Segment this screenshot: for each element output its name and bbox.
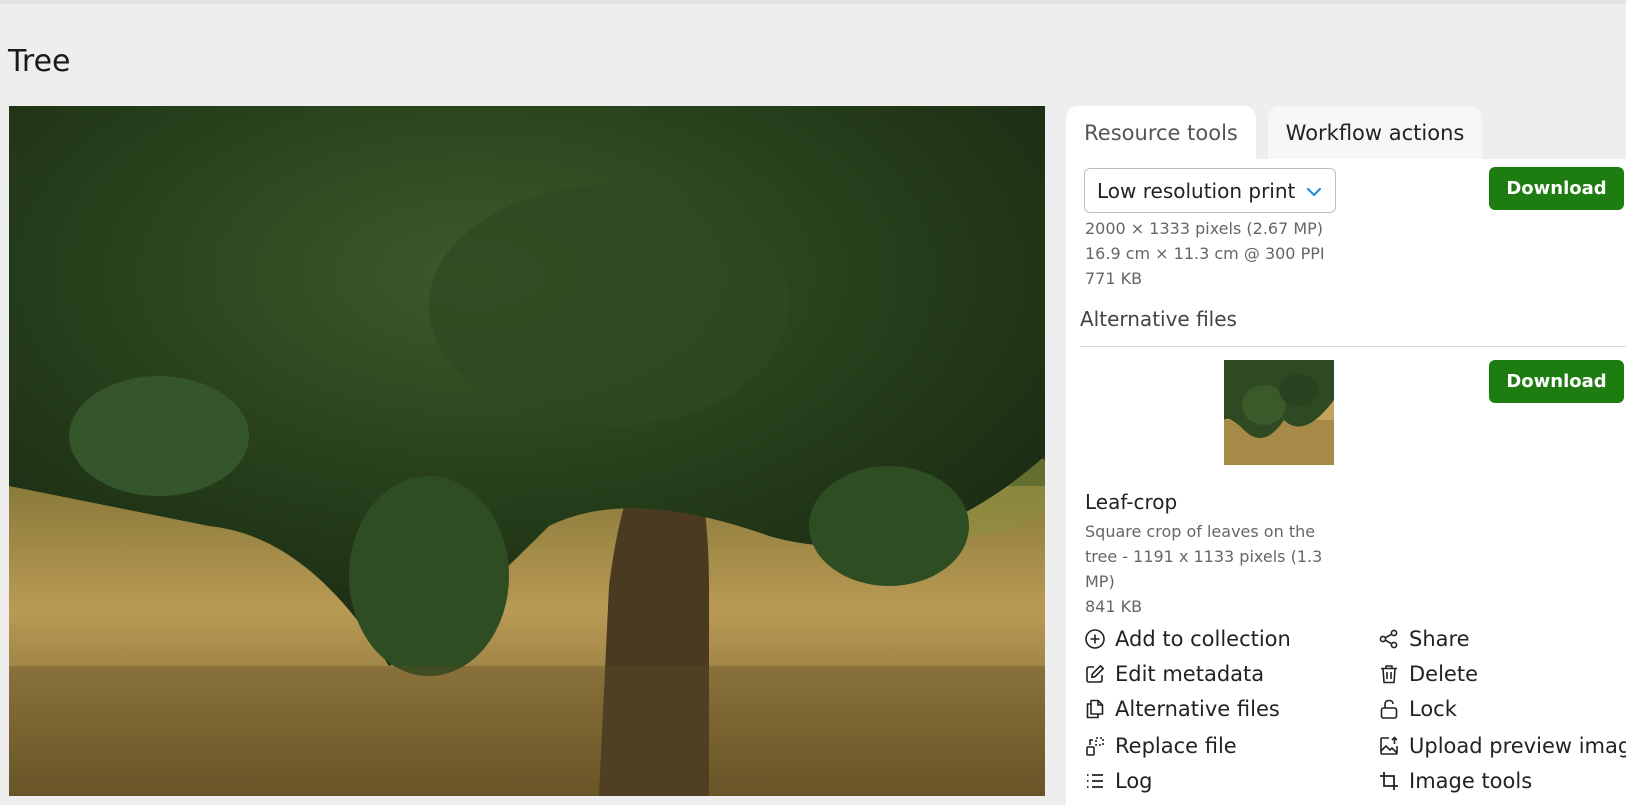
share-icon [1378,628,1400,650]
alternative-files-action[interactable]: Alternative files [1084,697,1280,721]
edit-icon [1084,663,1106,685]
edit-metadata-action[interactable]: Edit metadata [1084,662,1264,686]
unlock-icon [1378,698,1400,720]
image-tools-label: Image tools [1409,769,1533,793]
lock-label: Lock [1409,697,1457,721]
replace-file-action[interactable]: Replace file [1084,734,1237,758]
delete-label: Delete [1409,662,1478,686]
upload-preview-image-label: Upload preview image [1409,734,1626,758]
alternative-files-label: Alternative files [1115,697,1280,721]
upload-preview-image-action[interactable]: Upload preview image [1378,734,1626,758]
delete-action[interactable]: Delete [1378,662,1478,686]
download-file-size: 771 KB [1085,269,1143,288]
chevron-down-icon [1305,182,1323,206]
alternative-file-description: Square crop of leaves on the tree - 1191… [1085,519,1325,619]
tab-resource-tools[interactable]: Resource tools [1066,106,1256,160]
download-dimensions: 2000 × 1333 pixels (2.67 MP) [1085,219,1324,238]
alternative-file-download-button[interactable]: Download [1489,360,1624,403]
files-icon [1084,698,1106,720]
crop-icon [1378,770,1400,792]
alternative-file-thumbnail[interactable] [1224,360,1334,465]
log-label: Log [1115,769,1153,793]
trash-icon [1378,663,1400,685]
top-border [0,0,1626,4]
add-to-collection-action[interactable]: Add to collection [1084,627,1291,651]
resource-preview-image[interactable] [9,106,1045,796]
alternative-file-name: Leaf-crop [1085,490,1178,514]
lock-action[interactable]: Lock [1378,697,1457,721]
alternative-files-heading: Alternative files [1080,307,1237,331]
edit-metadata-label: Edit metadata [1115,662,1265,686]
alternative-file-size: 841 KB [1085,597,1143,616]
tree-photo [9,106,1045,796]
download-print-size: 16.9 cm × 11.3 cm @ 300 PPI [1085,244,1325,263]
resource-tools-panel: Low resolution print Download 2000 × 133… [1066,159,1626,805]
share-action[interactable]: Share [1378,627,1470,651]
tab-workflow-actions[interactable]: Workflow actions [1268,106,1482,160]
leaf-crop-thumbnail-image [1224,360,1334,465]
alternative-file-description-text: Square crop of leaves on the tree - 1191… [1085,522,1323,591]
image-tools-action[interactable]: Image tools [1378,769,1532,793]
plus-circle-icon [1084,628,1106,650]
add-to-collection-label: Add to collection [1115,627,1291,651]
divider [1080,346,1626,347]
log-action[interactable]: Log [1084,769,1153,793]
download-size-select[interactable]: Low resolution print [1084,168,1336,213]
page-title: Tree [8,44,71,79]
list-icon [1084,770,1106,792]
download-button[interactable]: Download [1489,167,1624,210]
image-upload-icon [1378,735,1400,757]
replace-file-icon [1084,735,1106,757]
replace-file-label: Replace file [1115,734,1237,758]
share-label: Share [1409,627,1470,651]
download-size-value: Low resolution print [1097,178,1296,203]
